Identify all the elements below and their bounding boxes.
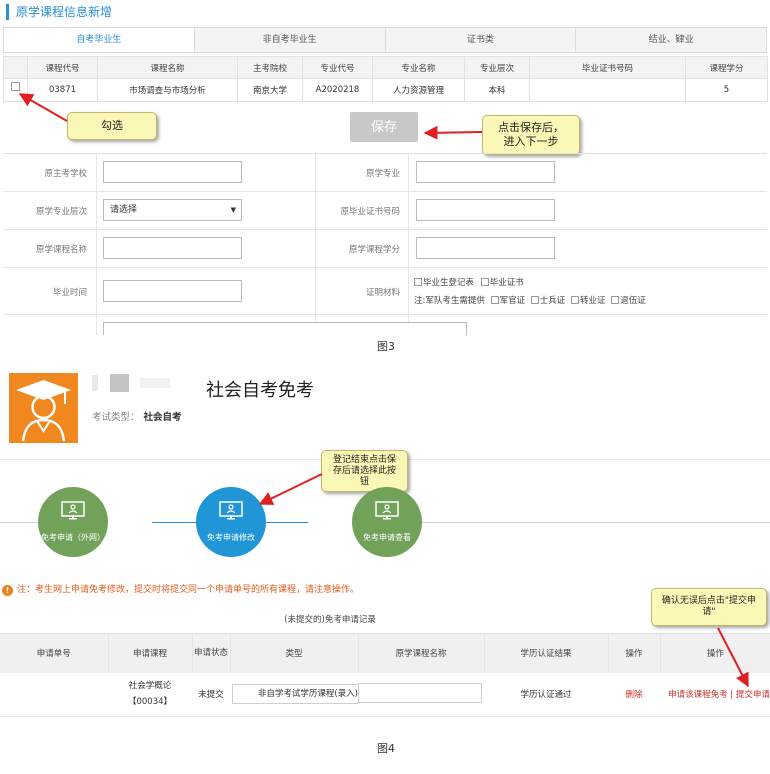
arrow-to-modify-step xyxy=(258,473,323,505)
annotation-arrows xyxy=(18,93,749,688)
arrow-to-submit xyxy=(717,627,749,688)
arrow-to-save xyxy=(423,125,483,140)
arrow-to-checkbox xyxy=(18,93,68,122)
